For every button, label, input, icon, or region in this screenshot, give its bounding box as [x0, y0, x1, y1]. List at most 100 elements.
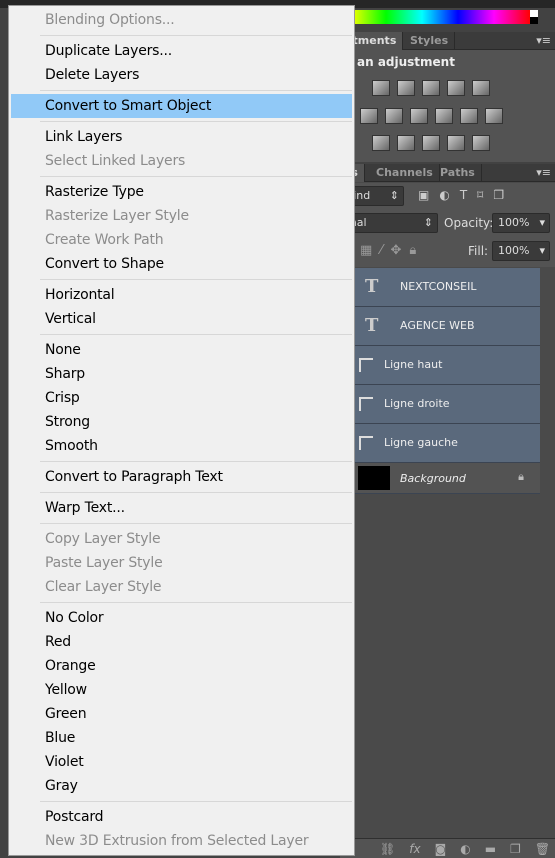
menu-item-orange[interactable]: Orange [11, 654, 352, 678]
menu-item-none[interactable]: None [11, 338, 352, 362]
lock-icon: 🔒︎ [518, 470, 524, 483]
menu-item-rasterize-type[interactable]: Rasterize Type [11, 180, 352, 204]
layers-bottom-bar: ⛓ fx ◙ ◐ ▬ ❐ 🗑︎ [340, 838, 555, 858]
menu-separator [9, 458, 354, 465]
brightness-icon[interactable] [372, 80, 390, 96]
menu-separator [9, 118, 354, 125]
menu-item-link-layers[interactable]: Link Layers [11, 125, 352, 149]
menu-separator [9, 489, 354, 496]
mask-icon[interactable]: ◙ [435, 842, 447, 856]
menu-item-clear-layer-style: Clear Layer Style [45, 579, 162, 595]
menu-item-smooth[interactable]: Smooth [11, 434, 352, 458]
threshold-icon[interactable] [422, 135, 440, 151]
hue-saturation-icon[interactable] [360, 108, 378, 124]
type-filter-icon[interactable]: T [460, 188, 467, 202]
menu-item-gray[interactable]: Gray [11, 774, 352, 798]
menu-separator [9, 798, 354, 805]
lock-paint-icon[interactable]: ⁄ [380, 243, 382, 258]
menu-item-delete-layers[interactable]: Delete Layers [11, 63, 352, 87]
menu-item-blending-options: Blending Options... [45, 12, 175, 28]
layer-context-menu: Blending Options... Duplicate Layers... De… [8, 5, 355, 856]
layer-row[interactable]: Ligne haut [355, 346, 540, 385]
menu-item-no-color[interactable]: No Color [11, 606, 352, 630]
tab-styles[interactable]: Styles [404, 32, 456, 50]
menu-item-strong[interactable]: Strong [11, 410, 352, 434]
exposure-icon[interactable] [447, 80, 465, 96]
lock-pixels-icon[interactable]: ▦ [360, 243, 372, 258]
group-folder-icon[interactable]: ▬ [485, 842, 496, 856]
layer-row[interactable]: T NEXTCONSEIL [355, 268, 540, 307]
shape-layer-icon [359, 358, 373, 372]
color-spectrum[interactable] [350, 10, 538, 24]
layer-row[interactable]: T AGENCE WEB [355, 307, 540, 346]
invert-icon[interactable] [372, 135, 390, 151]
menu-item-vertical[interactable]: Vertical [11, 307, 352, 331]
layer-name: Background [400, 472, 466, 485]
pixel-filter-icon[interactable]: ▣ [418, 188, 429, 202]
menu-item-green[interactable]: Green [11, 702, 352, 726]
adjustment-icons-row-2 [360, 108, 503, 124]
menu-item-paste-layer-style: Paste Layer Style [45, 555, 163, 571]
layer-name: NEXTCONSEIL [400, 280, 477, 293]
tab-paths[interactable]: Paths [434, 164, 482, 182]
layer-row-background[interactable]: Background 🔒︎ [355, 463, 540, 494]
layer-name: AGENCE WEB [400, 319, 475, 332]
levels-icon[interactable] [397, 80, 415, 96]
menu-item-sharp[interactable]: Sharp [11, 362, 352, 386]
trash-icon[interactable]: 🗑︎ [535, 842, 550, 856]
link-icon[interactable]: ⛓ [380, 842, 395, 856]
gradient-map-icon[interactable] [472, 135, 490, 151]
layer-name: Ligne droite [384, 397, 450, 410]
adjustment-filter-icon[interactable]: ◐ [439, 188, 449, 202]
menu-item-crisp[interactable]: Crisp [11, 386, 352, 410]
background-thumbnail [358, 466, 390, 490]
curves-icon[interactable] [422, 80, 440, 96]
shape-filter-icon[interactable]: ⌑ [477, 188, 483, 202]
menu-item-convert-to-paragraph-text[interactable]: Convert to Paragraph Text [11, 465, 352, 489]
filter-icons: ▣ ◐ T ⌑ ❐ [418, 188, 504, 202]
menu-item-convert-to-shape[interactable]: Convert to Shape [11, 252, 352, 276]
menu-item-yellow[interactable]: Yellow [11, 678, 352, 702]
menu-item-warp-text[interactable]: Warp Text... [11, 496, 352, 520]
menu-item-convert-to-smart-object[interactable]: Convert to Smart Object [11, 94, 352, 118]
selective-color-icon[interactable] [447, 135, 465, 151]
opacity-field[interactable]: 100% ▾ [492, 213, 550, 233]
layer-name: Ligne haut [384, 358, 443, 371]
opacity-value: 100% [498, 216, 530, 229]
tab-channels[interactable]: Channels [370, 164, 440, 182]
menu-item-red[interactable]: Red [11, 630, 352, 654]
panel-menu-icon[interactable]: ▾≡ [536, 166, 551, 179]
menu-separator [9, 520, 354, 527]
menu-separator [9, 599, 354, 606]
color-lookup-icon[interactable] [485, 108, 503, 124]
smart-object-filter-icon[interactable]: ❐ [493, 188, 504, 202]
menu-item-violet[interactable]: Violet [11, 750, 352, 774]
lock-position-icon[interactable]: ✥ [390, 243, 401, 258]
menu-item-duplicate-layers[interactable]: Duplicate Layers... [11, 39, 352, 63]
fill-label: Fill: [468, 244, 489, 258]
lock-all-icon[interactable]: 🔒︎ [409, 243, 416, 258]
menu-item-blue[interactable]: Blue [11, 726, 352, 750]
layer-row[interactable]: Ligne droite [355, 385, 540, 424]
layer-name: Ligne gauche [384, 436, 458, 449]
posterize-icon[interactable] [397, 135, 415, 151]
menu-separator [9, 173, 354, 180]
menu-separator [9, 331, 354, 338]
photo-filter-icon[interactable] [435, 108, 453, 124]
black-white-icon[interactable] [410, 108, 428, 124]
shape-layer-icon [359, 397, 373, 411]
menu-item-postcard[interactable]: Postcard [11, 805, 352, 829]
menu-item-horizontal[interactable]: Horizontal [11, 283, 352, 307]
fill-field[interactable]: 100% ▾ [492, 241, 550, 261]
menu-separator [9, 32, 354, 39]
vibrance-icon[interactable] [472, 80, 490, 96]
color-balance-icon[interactable] [385, 108, 403, 124]
menu-item-new-3d-extrusion-from-selected-layer: New 3D Extrusion from Selected Layer [45, 833, 309, 849]
channel-mixer-icon[interactable] [460, 108, 478, 124]
panel-menu-icon[interactable]: ▾≡ [536, 34, 551, 47]
layer-row[interactable]: Ligne gauche [355, 424, 540, 463]
new-layer-icon[interactable]: ❐ [510, 842, 521, 856]
adjustment-layer-icon[interactable]: ◐ [460, 842, 470, 856]
fx-icon[interactable]: fx [409, 842, 420, 856]
lock-icons: ▦ ⁄ ✥ 🔒︎ [360, 243, 416, 258]
